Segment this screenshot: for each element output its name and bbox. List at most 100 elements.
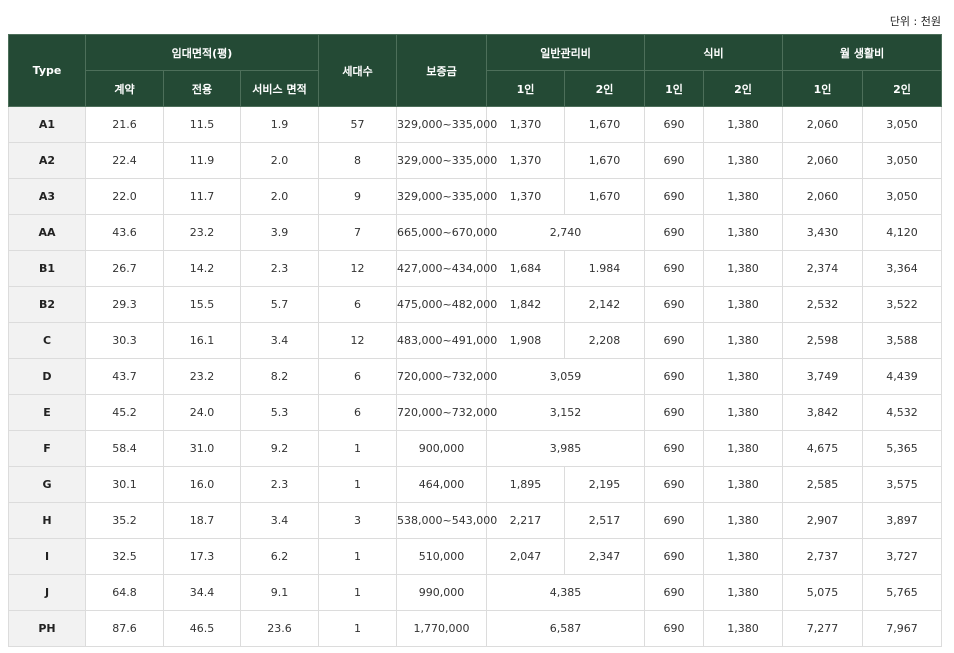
cell-mgmt-1p: 2,047	[486, 538, 566, 575]
cell-exclusive: 17.3	[163, 538, 241, 575]
cell-exclusive: 24.0	[163, 394, 241, 431]
cell-contract: 87.6	[85, 610, 164, 647]
cell-households: 12	[318, 322, 398, 359]
cell-mgmt-2p: 1,670	[564, 142, 646, 179]
cell-contract: 64.8	[85, 574, 164, 611]
cell-meal-1p: 690	[644, 610, 705, 647]
cell-living-1p: 7,277	[782, 610, 864, 647]
cell-contract: 22.4	[85, 142, 164, 179]
cell-living-2p: 5,765	[862, 574, 943, 611]
cell-service-area: 2.3	[239, 466, 320, 503]
cell-meal-2p: 1,380	[703, 322, 784, 359]
header-mgmt-2p: 2인	[564, 70, 646, 107]
cell-living-2p: 3,364	[862, 250, 943, 287]
cell-mgmt-combined: 2,740	[486, 214, 646, 251]
cell-deposit: 1,770,000	[396, 610, 488, 647]
cell-contract: 29.3	[85, 286, 164, 323]
cell-exclusive: 16.0	[163, 466, 241, 503]
cell-type: A1	[8, 106, 86, 143]
cell-type: B2	[8, 286, 86, 323]
cell-exclusive: 15.5	[163, 286, 241, 323]
cell-households: 12	[318, 250, 398, 287]
table-row: AA 43.6 23.2 3.9 7 665,000~670,000 2,740 690 1,3…	[8, 214, 943, 251]
cell-exclusive: 11.5	[163, 106, 241, 143]
cell-deposit: 510,000	[396, 538, 488, 575]
cell-living-2p: 3,897	[862, 502, 943, 539]
cell-exclusive: 34.4	[163, 574, 241, 611]
cell-mgmt-combined: 3,059	[486, 358, 646, 395]
cell-meal-1p: 690	[644, 178, 705, 215]
cell-type: F	[8, 430, 86, 467]
table-row: A3 22.0 11.7 2.0 9 329,000~335,000 1,370 1,670 6…	[8, 178, 943, 215]
header-meal-1p: 1인	[644, 70, 705, 107]
cell-meal-2p: 1,380	[703, 466, 784, 503]
cell-contract: 32.5	[85, 538, 164, 575]
table-header: Type 임대면적(평) 세대수 보증금 일반관리비 식비 월 생활비 계약 전…	[8, 34, 943, 107]
cell-mgmt-1p: 2,217	[486, 502, 566, 539]
table-row: D 43.7 23.2 8.2 6 720,000~732,000 3,059 690 1,38…	[8, 358, 943, 395]
cell-meal-2p: 1,380	[703, 106, 784, 143]
cell-living-2p: 4,532	[862, 394, 943, 431]
header-monthly-living: 월 생활비	[782, 34, 943, 71]
cell-type: B1	[8, 250, 86, 287]
cell-households: 57	[318, 106, 398, 143]
cell-contract: 26.7	[85, 250, 164, 287]
cell-mgmt-2p: 2,142	[564, 286, 646, 323]
cell-living-1p: 5,075	[782, 574, 864, 611]
cell-exclusive: 23.2	[163, 214, 241, 251]
cell-households: 6	[318, 394, 398, 431]
cell-mgmt-1p: 1,908	[486, 322, 566, 359]
cell-mgmt-1p: 1,370	[486, 106, 566, 143]
cell-contract: 30.1	[85, 466, 164, 503]
cell-meal-2p: 1,380	[703, 286, 784, 323]
cell-households: 3	[318, 502, 398, 539]
header-mgmt-1p: 1인	[486, 70, 566, 107]
cell-contract: 35.2	[85, 502, 164, 539]
cell-deposit: 990,000	[396, 574, 488, 611]
cell-exclusive: 11.7	[163, 178, 241, 215]
cell-mgmt-2p: 2,195	[564, 466, 646, 503]
cell-households: 1	[318, 610, 398, 647]
cell-exclusive: 46.5	[163, 610, 241, 647]
cell-meal-2p: 1,380	[703, 250, 784, 287]
table-row: A1 21.6 11.5 1.9 57 329,000~335,000 1,370 1,670…	[8, 106, 943, 143]
cell-living-2p: 3,050	[862, 142, 943, 179]
cell-living-1p: 2,532	[782, 286, 864, 323]
cell-type: H	[8, 502, 86, 539]
cell-contract: 30.3	[85, 322, 164, 359]
cell-exclusive: 11.9	[163, 142, 241, 179]
header-living-2p: 2인	[862, 70, 943, 107]
cell-meal-2p: 1,380	[703, 358, 784, 395]
header-meals: 식비	[644, 34, 784, 71]
cell-service-area: 23.6	[239, 610, 320, 647]
cell-households: 8	[318, 142, 398, 179]
header-contract: 계약	[85, 70, 164, 107]
cell-households: 1	[318, 538, 398, 575]
cell-exclusive: 18.7	[163, 502, 241, 539]
table-row: C 30.3 16.1 3.4 12 483,000~491,000 1,908 2,208 6…	[8, 322, 943, 359]
table-row: H 35.2 18.7 3.4 3 538,000~543,000 2,217 2,517 69…	[8, 502, 943, 539]
cell-deposit: 475,000~482,000	[396, 286, 497, 323]
cell-living-1p: 2,060	[782, 178, 864, 215]
cell-living-1p: 3,842	[782, 394, 864, 431]
cell-mgmt-combined: 4,385	[486, 574, 646, 611]
cell-living-2p: 3,050	[862, 178, 943, 215]
cell-service-area: 9.2	[239, 430, 320, 467]
header-meal-2p: 2인	[703, 70, 784, 107]
cell-mgmt-2p: 2,208	[564, 322, 646, 359]
cell-contract: 43.6	[85, 214, 164, 251]
table-row: G 30.1 16.0 2.3 1 464,000 1,895 2,195 690 1,380 2,…	[8, 466, 943, 503]
pricing-table: Type 임대면적(평) 세대수 보증금 일반관리비 식비 월 생활비 계약 전…	[8, 34, 943, 647]
cell-living-2p: 4,120	[862, 214, 943, 251]
cell-deposit: 483,000~491,000	[396, 322, 497, 359]
cell-service-area: 3.9	[239, 214, 320, 251]
cell-meal-2p: 1,380	[703, 574, 784, 611]
cell-living-2p: 7,967	[862, 610, 943, 647]
cell-mgmt-combined: 6,587	[486, 610, 646, 647]
cell-contract: 22.0	[85, 178, 164, 215]
cell-meal-2p: 1,380	[703, 214, 784, 251]
cell-service-area: 8.2	[239, 358, 320, 395]
cell-meal-2p: 1,380	[703, 430, 784, 467]
table-row: B2 29.3 15.5 5.7 6 475,000~482,000 1,842 2,142 6…	[8, 286, 943, 323]
cell-living-1p: 2,060	[782, 142, 864, 179]
